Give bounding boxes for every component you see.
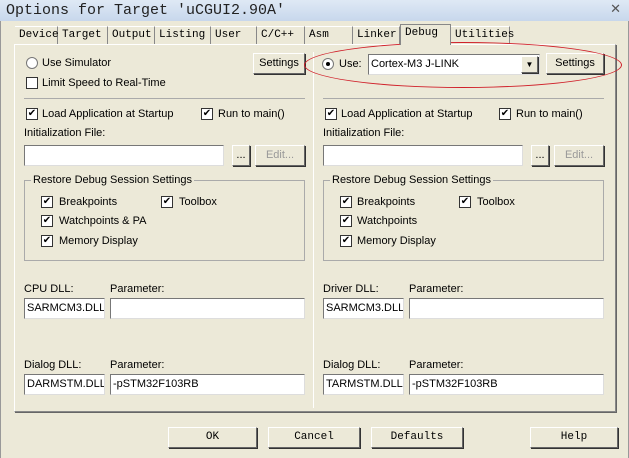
toolbox-label: Toolbox bbox=[477, 196, 515, 208]
help-button[interactable]: Help bbox=[530, 427, 618, 448]
memory-display-checkbox[interactable]: ✔ bbox=[340, 235, 352, 247]
tab-listing[interactable]: Listing bbox=[155, 26, 211, 44]
watchpoints-label: Watchpoints & PA bbox=[59, 215, 147, 227]
init-file-label: Initialization File: bbox=[323, 127, 405, 139]
dialog-param-label: Parameter: bbox=[110, 359, 165, 371]
cpu-dll-input[interactable]: SARMCM3.DLL bbox=[24, 298, 105, 319]
load-app-label: Load Application at Startup bbox=[341, 108, 473, 120]
run-to-main-checkbox[interactable]: ✔ bbox=[201, 108, 213, 120]
use-simulator-radio[interactable] bbox=[26, 57, 38, 69]
watchpoints-checkbox[interactable]: ✔ bbox=[340, 215, 352, 227]
tab-debug[interactable]: Debug bbox=[400, 24, 451, 45]
dialog-dll-input[interactable]: TARMSTM.DLL bbox=[323, 374, 404, 395]
init-file-input[interactable] bbox=[323, 145, 523, 166]
ok-button[interactable]: OK bbox=[168, 427, 257, 448]
dialog-param-input[interactable]: -pSTM32F103RB bbox=[409, 374, 604, 395]
cpu-dll-label: CPU DLL: bbox=[24, 283, 74, 295]
cpu-param-input[interactable] bbox=[110, 298, 305, 319]
cpu-param-label: Parameter: bbox=[110, 283, 165, 295]
dialog-dll-input[interactable]: DARMSTM.DLL bbox=[24, 374, 105, 395]
restore-group-label: Restore Debug Session Settings bbox=[330, 174, 493, 186]
window-title: Options for Target 'uCGUI2.90A' bbox=[6, 2, 286, 19]
toolbox-checkbox[interactable]: ✔ bbox=[161, 196, 173, 208]
driver-dll-label: Driver DLL: bbox=[323, 283, 379, 295]
limit-speed-checkbox[interactable] bbox=[26, 77, 38, 89]
close-icon[interactable]: ✕ bbox=[610, 1, 621, 17]
load-app-label: Load Application at Startup bbox=[42, 108, 174, 120]
init-file-input[interactable] bbox=[24, 145, 224, 166]
driver-dll-input[interactable]: SARMCM3.DLL bbox=[323, 298, 404, 319]
simulator-settings-button[interactable]: Settings bbox=[253, 53, 305, 74]
init-file-edit-button[interactable]: Edit... bbox=[255, 145, 305, 166]
toolbox-checkbox[interactable]: ✔ bbox=[459, 196, 471, 208]
divider bbox=[323, 98, 604, 99]
tab-linker[interactable]: Linker bbox=[353, 26, 400, 44]
memory-display-checkbox[interactable]: ✔ bbox=[41, 235, 53, 247]
defaults-button[interactable]: Defaults bbox=[371, 427, 463, 448]
divider bbox=[24, 98, 305, 99]
cancel-button[interactable]: Cancel bbox=[268, 427, 360, 448]
memory-display-label: Memory Display bbox=[357, 235, 436, 247]
run-to-main-label: Run to main() bbox=[218, 108, 285, 120]
toolbox-label: Toolbox bbox=[179, 196, 217, 208]
dialog-dll-label: Dialog DLL: bbox=[24, 359, 82, 371]
breakpoints-label: Breakpoints bbox=[357, 196, 416, 208]
title-bar: Options for Target 'uCGUI2.90A' bbox=[0, 0, 629, 21]
tab-cc[interactable]: C/C++ bbox=[257, 26, 305, 44]
dialog-param-input[interactable]: -pSTM32F103RB bbox=[110, 374, 305, 395]
breakpoints-label: Breakpoints bbox=[59, 196, 118, 208]
run-to-main-label: Run to main() bbox=[516, 108, 583, 120]
tab-device[interactable]: Device bbox=[15, 26, 59, 44]
init-file-edit-button[interactable]: Edit... bbox=[554, 145, 604, 166]
init-file-browse-button[interactable]: ... bbox=[531, 145, 549, 166]
init-file-label: Initialization File: bbox=[24, 127, 106, 139]
memory-display-label: Memory Display bbox=[59, 235, 138, 247]
dialog-param-label: Parameter: bbox=[409, 359, 464, 371]
load-app-checkbox[interactable]: ✔ bbox=[26, 108, 38, 120]
run-to-main-checkbox[interactable]: ✔ bbox=[499, 108, 511, 120]
limit-speed-label: Limit Speed to Real-Time bbox=[42, 77, 166, 89]
breakpoints-checkbox[interactable]: ✔ bbox=[41, 196, 53, 208]
tab-asm[interactable]: Asm bbox=[305, 26, 353, 44]
watchpoints-label: Watchpoints bbox=[357, 215, 418, 227]
tab-user[interactable]: User bbox=[211, 26, 257, 44]
highlight-ellipse bbox=[304, 42, 622, 88]
driver-param-input[interactable] bbox=[409, 298, 604, 319]
column-divider bbox=[313, 52, 314, 408]
restore-group-label: Restore Debug Session Settings bbox=[31, 174, 194, 186]
watchpoints-checkbox[interactable]: ✔ bbox=[41, 215, 53, 227]
init-file-browse-button[interactable]: ... bbox=[232, 145, 250, 166]
tab-target[interactable]: Target bbox=[58, 26, 108, 44]
load-app-checkbox[interactable]: ✔ bbox=[325, 108, 337, 120]
breakpoints-checkbox[interactable]: ✔ bbox=[340, 196, 352, 208]
use-simulator-label: Use Simulator bbox=[42, 57, 112, 69]
tab-output[interactable]: Output bbox=[108, 26, 155, 44]
driver-param-label: Parameter: bbox=[409, 283, 464, 295]
dialog-dll-label: Dialog DLL: bbox=[323, 359, 381, 371]
